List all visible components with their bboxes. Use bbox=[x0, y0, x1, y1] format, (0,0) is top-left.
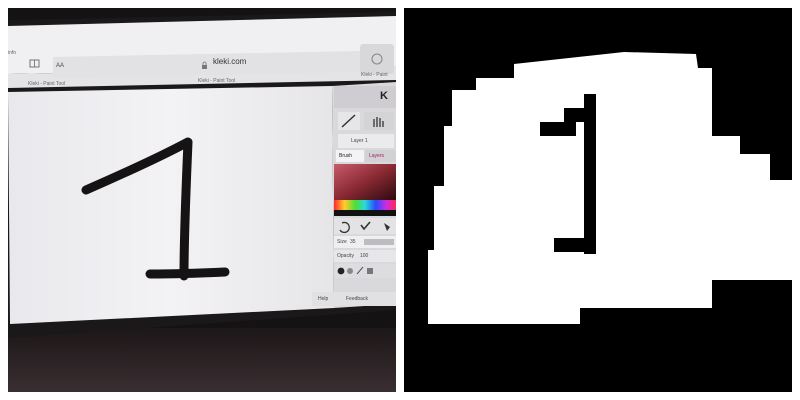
size-value: 35 bbox=[350, 239, 356, 245]
brush-tool-icon[interactable] bbox=[338, 112, 360, 130]
reload-button[interactable] bbox=[360, 44, 394, 74]
layer-label: Layer 1 bbox=[351, 138, 368, 144]
size-label: Size bbox=[337, 239, 347, 245]
soft-brush-icon[interactable] bbox=[347, 268, 353, 274]
tab-left-label[interactable]: Kleki - Paint Tool bbox=[28, 81, 65, 87]
tablet-scene bbox=[8, 8, 396, 392]
tab-brush-label[interactable]: Brush bbox=[339, 153, 352, 159]
current-color-swatch bbox=[334, 210, 396, 216]
drawing-canvas[interactable] bbox=[8, 86, 334, 324]
hue-slider[interactable] bbox=[334, 200, 396, 210]
text-size-button[interactable]: AA bbox=[56, 63, 64, 69]
table-surface bbox=[8, 328, 396, 392]
hand-tool-icon[interactable] bbox=[364, 112, 394, 130]
side-label: info bbox=[8, 50, 17, 56]
opacity-label: Opacity bbox=[337, 253, 354, 259]
feedback-link[interactable]: Feedback bbox=[346, 296, 368, 302]
binary-mask bbox=[404, 8, 792, 392]
square-brush-icon[interactable] bbox=[367, 268, 373, 274]
size-slider-track bbox=[364, 239, 394, 245]
url-text[interactable]: kleki.com bbox=[213, 57, 246, 66]
tablet-photo: kleki.com AA Kleki - Paint Tool Kleki - … bbox=[8, 8, 396, 392]
round-brush-icon[interactable] bbox=[337, 267, 345, 275]
tab-layers-label[interactable]: Layers bbox=[369, 153, 384, 159]
mask-foreground-region bbox=[428, 52, 792, 324]
help-link[interactable]: Help bbox=[318, 296, 328, 302]
kleki-logo: K bbox=[380, 90, 388, 102]
color-palette[interactable] bbox=[334, 164, 396, 200]
tab-far-right-label[interactable]: Kleki - Paint bbox=[361, 72, 388, 78]
opacity-value: 100 bbox=[360, 253, 369, 259]
mask-shape bbox=[428, 52, 792, 324]
tab-right-label[interactable]: Kleki - Paint Tool bbox=[198, 78, 235, 84]
